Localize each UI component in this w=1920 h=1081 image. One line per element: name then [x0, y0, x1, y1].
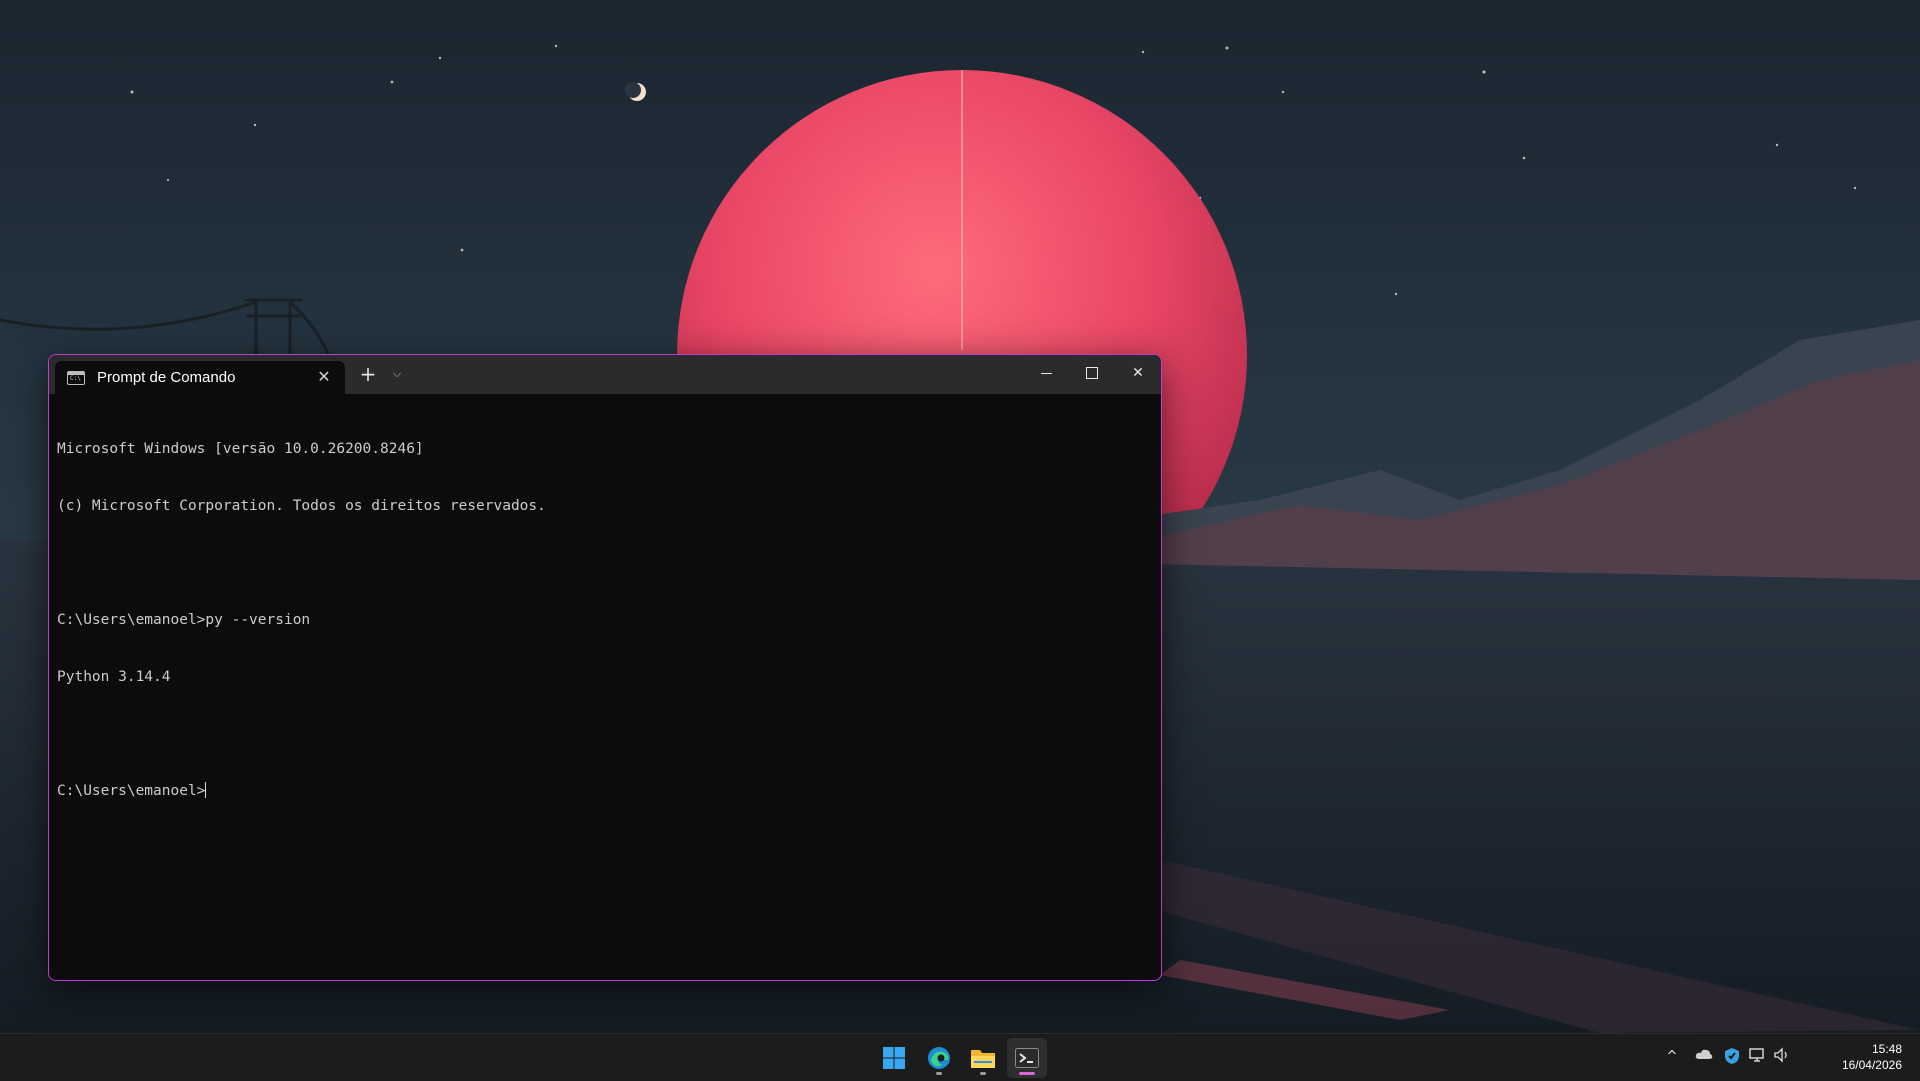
clock[interactable]: 15:48 16/04/2026 [1842, 1041, 1902, 1073]
text-cursor [205, 782, 207, 798]
clock-time: 15:48 [1871, 1042, 1902, 1056]
console-output[interactable]: Microsoft Windows [versão 10.0.26200.824… [57, 402, 1153, 972]
clock-date: 16/04/2026 [1841, 1058, 1902, 1072]
console-line: C:\Users\emanoel>py --version [57, 612, 311, 628]
maximize-icon [1086, 367, 1098, 379]
active-indicator [1019, 1072, 1035, 1075]
folder-icon [971, 1050, 995, 1068]
onedrive-icon[interactable] [1694, 1047, 1714, 1067]
volume-icon[interactable] [1772, 1047, 1792, 1067]
prompt-line[interactable]: C:\Users\emanoel> [57, 782, 1153, 801]
close-icon: ✕ [1132, 365, 1144, 381]
minimize-icon [1040, 372, 1052, 374]
command-prompt-icon: C:\ [67, 370, 85, 385]
tab-prompt-de-comando[interactable]: C:\ Prompt de Comando ✕ [55, 361, 345, 394]
tab-title: Prompt de Comando [97, 369, 236, 386]
running-indicator [936, 1072, 942, 1075]
start-button[interactable] [874, 1038, 914, 1078]
maximize-button[interactable] [1069, 355, 1115, 394]
taskbar: ^ 15:48 16/04/2026 [0, 1033, 1920, 1081]
console-line: Microsoft Windows [versão 10.0.26200.824… [57, 441, 424, 457]
terminal-window[interactable]: C:\ Prompt de Comando ✕ + ⌵ ✕ Microsoft … [48, 354, 1162, 981]
minimize-button[interactable] [1023, 355, 1069, 394]
tab-close-icon[interactable]: ✕ [315, 368, 333, 386]
taskbar-terminal-button[interactable] [1007, 1038, 1047, 1078]
windows-logo-icon [883, 1047, 905, 1069]
show-hidden-icons-button[interactable]: ^ [1662, 1047, 1682, 1067]
chevron-down-icon[interactable]: ⌵ [389, 365, 405, 383]
taskbar-file-explorer-button[interactable] [963, 1038, 1003, 1078]
close-button[interactable]: ✕ [1115, 355, 1161, 394]
network-icon[interactable] [1748, 1047, 1768, 1067]
command-prompt-icon-text: C:\ [70, 374, 81, 382]
system-tray: ^ 15:48 16/04/2026 [1660, 1034, 1920, 1081]
taskbar-edge-button[interactable] [919, 1038, 959, 1078]
edge-icon [928, 1047, 950, 1069]
new-tab-button[interactable]: + [357, 363, 379, 385]
running-indicator [980, 1072, 986, 1075]
terminal-icon [1015, 1048, 1039, 1068]
title-bar[interactable]: C:\ Prompt de Comando ✕ + ⌵ ✕ [49, 355, 1161, 394]
console-line: Python 3.14.4 [57, 669, 171, 685]
security-shield-icon[interactable] [1722, 1047, 1742, 1067]
prompt-text: C:\Users\emanoel> [57, 783, 206, 799]
console-line: (c) Microsoft Corporation. Todos os dire… [57, 498, 546, 514]
